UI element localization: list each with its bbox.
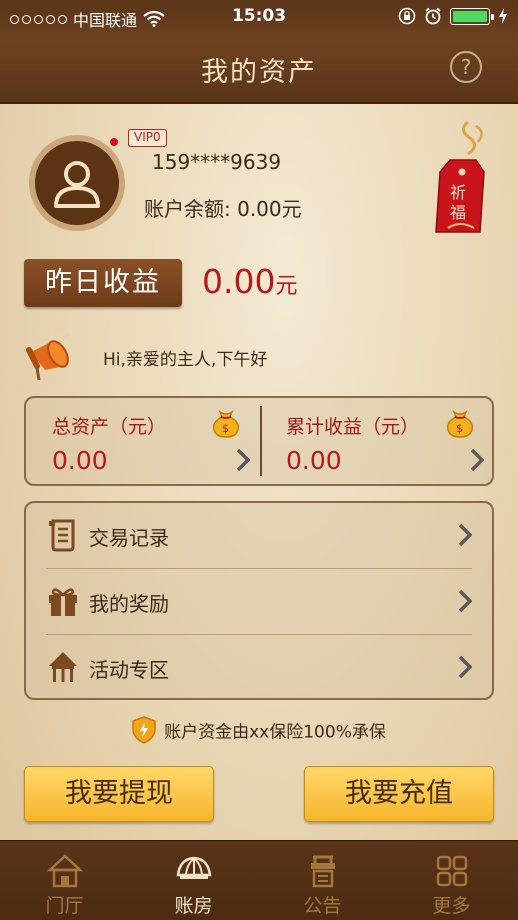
chevron-right-icon [470,448,484,472]
yesterday-earnings-value: 0.00元 [202,262,298,301]
svg-text:$: $ [456,422,463,435]
menu-item-rewards[interactable]: 我的奖励 [26,569,492,635]
money-bag-icon: $ [446,410,474,438]
total-assets-cell[interactable]: 总资产（元） 0.00 $ [26,398,260,484]
charging-bolt-icon [499,8,507,24]
total-assets-label: 总资产（元） [52,416,167,438]
yesterday-unit: 元 [275,274,298,299]
recharge-button[interactable]: 我要充值 [304,766,494,822]
yesterday-earnings-button[interactable]: 昨日收益 [24,259,182,307]
tab-label: 公告 [303,895,342,917]
tag-char-1: 祈 [450,184,466,202]
menu-label: 我的奖励 [89,592,169,616]
umbrella-icon [176,856,212,879]
gift-icon [49,588,77,616]
greeting-text: Hi,亲爱的主人,下午好 [103,350,268,370]
tab-label: 更多 [432,895,471,917]
tab-accounts[interactable]: 账房 [129,841,258,920]
yesterday-amount: 0.00 [202,262,276,301]
account-balance: 账户余额: 0.00元 [144,197,302,221]
cumulative-earnings-cell[interactable]: 累计收益（元） 0.00 $ [260,398,494,484]
menu-item-transactions[interactable]: 交易记录 [26,503,492,569]
phone-number: 159****9639 [152,150,282,174]
alarm-icon [425,7,441,25]
menu-item-activities[interactable]: 活动专区 [26,635,492,701]
cumulative-earnings-value: 0.00 [286,446,342,475]
cumulative-earnings-label: 累计收益（元） [286,416,420,438]
pavilion-icon [49,652,77,682]
grid-icon [436,855,468,887]
page-title: 我的资产 [201,57,317,88]
notice-icon [311,855,335,888]
scroll-icon [49,519,75,552]
tag-char-2: 福 [450,204,466,222]
tab-more[interactable]: 更多 [387,841,516,920]
status-right [398,7,508,25]
my-assets-page: 中国联通 15:03 我的资产 ? VIP0 159****9639 账户余额:… [0,0,518,920]
help-button[interactable]: ? [450,51,482,83]
avatar[interactable] [29,135,125,231]
tab-label: 门厅 [45,895,84,917]
tab-bar: 门厅 账房 公告 更多 [0,840,518,920]
vip-badge: VIP0 [128,129,167,147]
status-bar: 中国联通 15:03 [0,0,518,36]
insurance-text: 账户资金由xx保险100%承保 [164,722,386,743]
chevron-right-icon [458,523,472,547]
notification-dot [108,136,120,148]
chevron-right-icon [458,655,472,679]
shield-icon [132,716,156,744]
account-menu: 交易记录 我的奖励 活动专区 [24,501,494,700]
blessing-tag-icon[interactable]: 祈 福 [428,120,498,242]
insurance-note: 账户资金由xx保险100%承保 [0,716,518,744]
money-bag-icon: $ [212,410,240,438]
svg-text:$: $ [222,422,229,435]
tab-label: 账房 [174,895,213,917]
total-assets-value: 0.00 [52,446,108,475]
menu-label: 活动专区 [89,658,169,682]
battery-icon [450,7,494,25]
chevron-right-icon [236,448,250,472]
megaphone-icon [26,328,72,381]
chevron-right-icon [458,589,472,613]
rotation-lock-icon [398,7,416,25]
top-bar: 中国联通 15:03 我的资产 ? [0,0,518,104]
withdraw-button[interactable]: 我要提现 [24,766,214,822]
asset-summary-card: 总资产（元） 0.00 $ 累计收益（元） 0.00 $ [24,396,494,486]
menu-label: 交易记录 [89,526,169,550]
tab-lobby[interactable]: 门厅 [0,841,129,920]
tab-notices[interactable]: 公告 [258,841,387,920]
house-icon [47,854,83,888]
user-icon [35,141,119,225]
